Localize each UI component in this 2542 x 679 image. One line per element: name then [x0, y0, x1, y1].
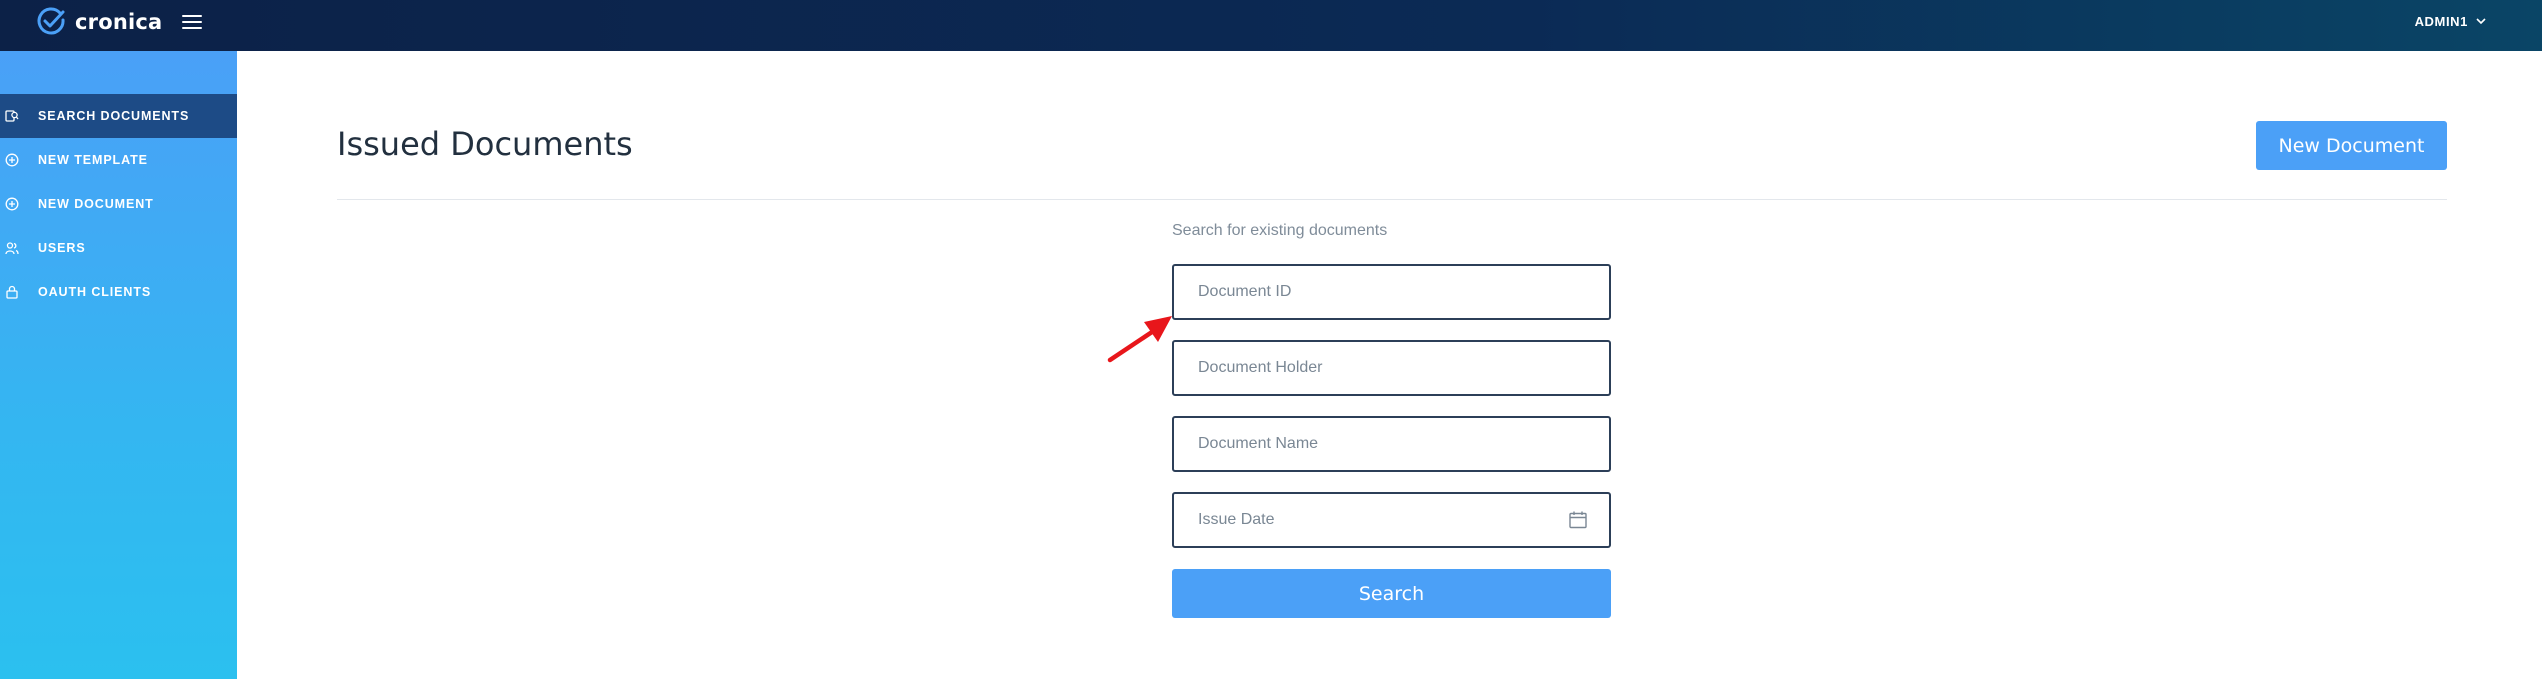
plus-circle-icon: [4, 196, 20, 212]
lock-icon: [4, 284, 20, 300]
sidebar-item-label: OAUTH CLIENTS: [38, 285, 152, 299]
sidebar-item-label: SEARCH DOCUMENTS: [38, 109, 190, 123]
menu-toggle-icon[interactable]: [180, 10, 204, 34]
chevron-down-icon: [2476, 18, 2486, 25]
top-bar: cronica ADMIN1: [0, 0, 2542, 51]
sidebar-item-label: USERS: [38, 241, 86, 255]
brand-name: cronica: [75, 10, 163, 34]
annotation-arrow-icon: [1107, 316, 1172, 363]
sidebar-item-label: NEW DOCUMENT: [38, 197, 154, 211]
sidebar-item-search-documents[interactable]: SEARCH DOCUMENTS: [0, 94, 237, 138]
new-document-button[interactable]: New Document: [2256, 121, 2447, 170]
page-title: Issued Documents: [337, 125, 633, 163]
sidebar-item-users[interactable]: USERS: [0, 226, 237, 270]
checkmark-logo-icon: [37, 7, 65, 35]
sidebar-item-new-template[interactable]: NEW TEMPLATE: [0, 138, 237, 182]
search-button[interactable]: Search: [1172, 569, 1611, 618]
search-documents-icon: [4, 108, 20, 124]
sidebar-item-label: NEW TEMPLATE: [38, 153, 148, 167]
sidebar: SEARCH DOCUMENTS NEW TEMPLATE NEW DOCUME…: [0, 51, 237, 679]
issue-date-input[interactable]: [1172, 492, 1611, 548]
document-holder-input[interactable]: [1172, 340, 1611, 396]
search-caption: Search for existing documents: [1172, 222, 1388, 239]
sidebar-item-new-document[interactable]: NEW DOCUMENT: [0, 182, 237, 226]
document-id-input[interactable]: [1172, 264, 1611, 320]
document-name-input[interactable]: [1172, 416, 1611, 472]
brand[interactable]: cronica: [36, 7, 162, 37]
user-menu[interactable]: ADMIN1: [2415, 14, 2486, 29]
plus-circle-icon: [4, 152, 20, 168]
divider: [337, 199, 2447, 200]
users-icon: [4, 240, 20, 256]
user-name: ADMIN1: [2414, 14, 2468, 29]
sidebar-item-oauth-clients[interactable]: OAUTH CLIENTS: [0, 270, 237, 314]
calendar-icon[interactable]: [1568, 510, 1588, 530]
